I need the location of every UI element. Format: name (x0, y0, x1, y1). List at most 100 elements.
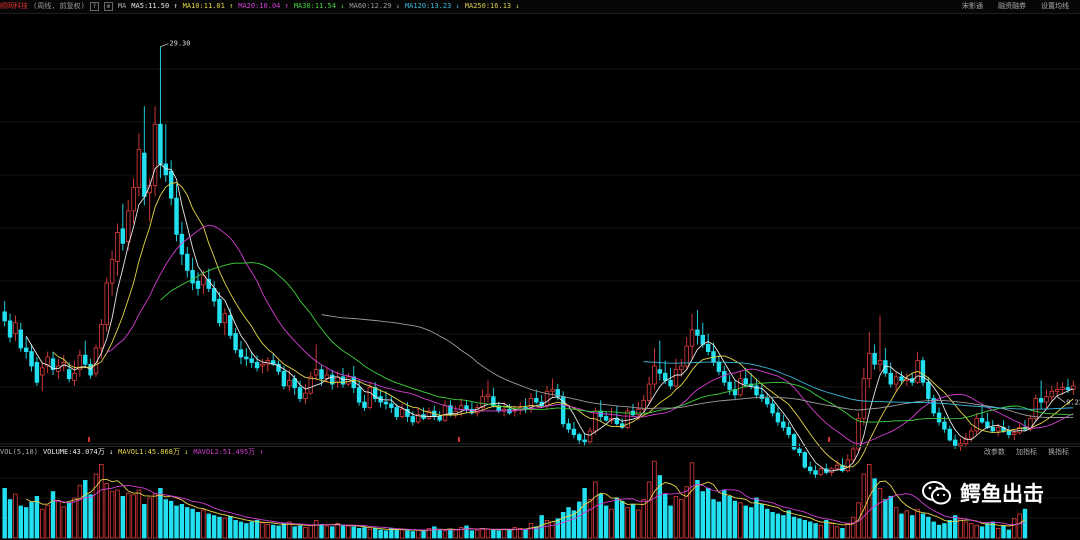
candle-body (66, 369, 72, 380)
candle-body (437, 416, 442, 421)
candle-body (394, 407, 399, 417)
candle-body (1060, 387, 1065, 390)
volume-bar (641, 499, 646, 539)
volume-bar (211, 515, 217, 539)
candle-body (679, 365, 684, 371)
volume-bar (453, 529, 458, 539)
volume-bar (566, 507, 571, 539)
candle-body (781, 421, 786, 428)
volume-bar (346, 525, 351, 539)
candle-body (238, 349, 244, 358)
volume-bar (577, 501, 582, 539)
candle-body (99, 324, 104, 349)
volume-bar (899, 513, 904, 539)
candle-body (109, 259, 115, 284)
volume-bar (88, 494, 93, 539)
candle-body (947, 428, 953, 441)
volume-bar (550, 521, 555, 539)
volume-bar (952, 515, 958, 539)
candle-body (652, 365, 657, 385)
event-marker (88, 437, 90, 442)
volume-bar (727, 495, 732, 539)
volume-bar (598, 493, 603, 539)
volume-bar (303, 527, 308, 539)
candle-body (764, 398, 770, 405)
volume-bar (410, 531, 416, 539)
candle-body (185, 253, 190, 271)
volume-bar (394, 529, 399, 539)
volume-bar (475, 529, 480, 539)
volume-bar (883, 499, 888, 539)
volume-bar (244, 523, 249, 539)
candle-body (759, 394, 765, 399)
candle-body (722, 371, 727, 383)
volume-bar (926, 516, 931, 539)
candle-body (485, 394, 491, 398)
volume-bar (201, 509, 206, 539)
volume-bar (147, 497, 152, 539)
candle-body (1038, 398, 1044, 403)
volume-bar (754, 497, 759, 539)
volume-bar (995, 528, 1001, 539)
candle-body (657, 369, 663, 374)
volume-bar (437, 529, 442, 539)
candle-body (72, 372, 77, 381)
volume-bar (829, 523, 834, 539)
extreme-pointer (1056, 396, 1066, 403)
volume-bar (206, 513, 211, 539)
candle-body (158, 123, 163, 165)
candle-body (727, 381, 732, 390)
candle-body (367, 387, 373, 408)
volume-bar (630, 503, 636, 539)
candle-body (990, 426, 995, 432)
volume-link-2[interactable]: 换指标 (1048, 447, 1069, 458)
volume-bar (888, 495, 893, 539)
volume-bar (711, 499, 716, 539)
volume-bar (834, 526, 840, 539)
candle-body (979, 417, 985, 423)
candle-body (319, 369, 324, 380)
candle-body (786, 426, 791, 435)
candle-body (104, 282, 109, 325)
volume-bar (931, 521, 936, 539)
volume-bar (620, 500, 625, 539)
candle-body (120, 228, 126, 244)
volume-value-0: VOLUME:43.074万 ↓ (42, 448, 114, 456)
candle-body (834, 464, 840, 470)
volume-link-0[interactable]: 改参数 (984, 447, 1005, 458)
volume-bar (335, 523, 340, 539)
volume-bar (786, 510, 791, 539)
extreme-pointer (160, 43, 169, 48)
candle-body (587, 430, 593, 443)
volume-bar (840, 528, 845, 539)
volume-bar (662, 493, 668, 539)
candle-body (743, 378, 748, 385)
candle-body (877, 360, 883, 365)
candle-body (297, 387, 303, 399)
volume-bar (781, 515, 786, 539)
candle-body (458, 405, 464, 410)
volume-bar (877, 487, 883, 539)
candle-body (899, 376, 904, 381)
volume-bar (818, 524, 824, 539)
volume-bar (432, 526, 437, 539)
volume-bar (813, 523, 818, 539)
watermark-text: 鳄鱼出击 (960, 482, 1044, 506)
candle-body (29, 351, 34, 367)
volume-bar (469, 530, 475, 539)
volume-bar (979, 526, 985, 539)
candle-body (152, 123, 158, 186)
candle-body (1044, 396, 1049, 403)
candle-body (969, 430, 974, 439)
volume-bar (104, 483, 109, 539)
volume-bar (313, 520, 319, 539)
volume-bar (222, 517, 228, 539)
volume-bar (399, 528, 405, 539)
candle-body (244, 356, 249, 360)
candle-body (125, 210, 131, 242)
volume-link-1[interactable]: 加指标 (1016, 447, 1037, 458)
candle-body (260, 363, 265, 367)
volume-bar (356, 528, 362, 539)
candle-body (13, 322, 18, 334)
volume-bar (485, 528, 491, 539)
